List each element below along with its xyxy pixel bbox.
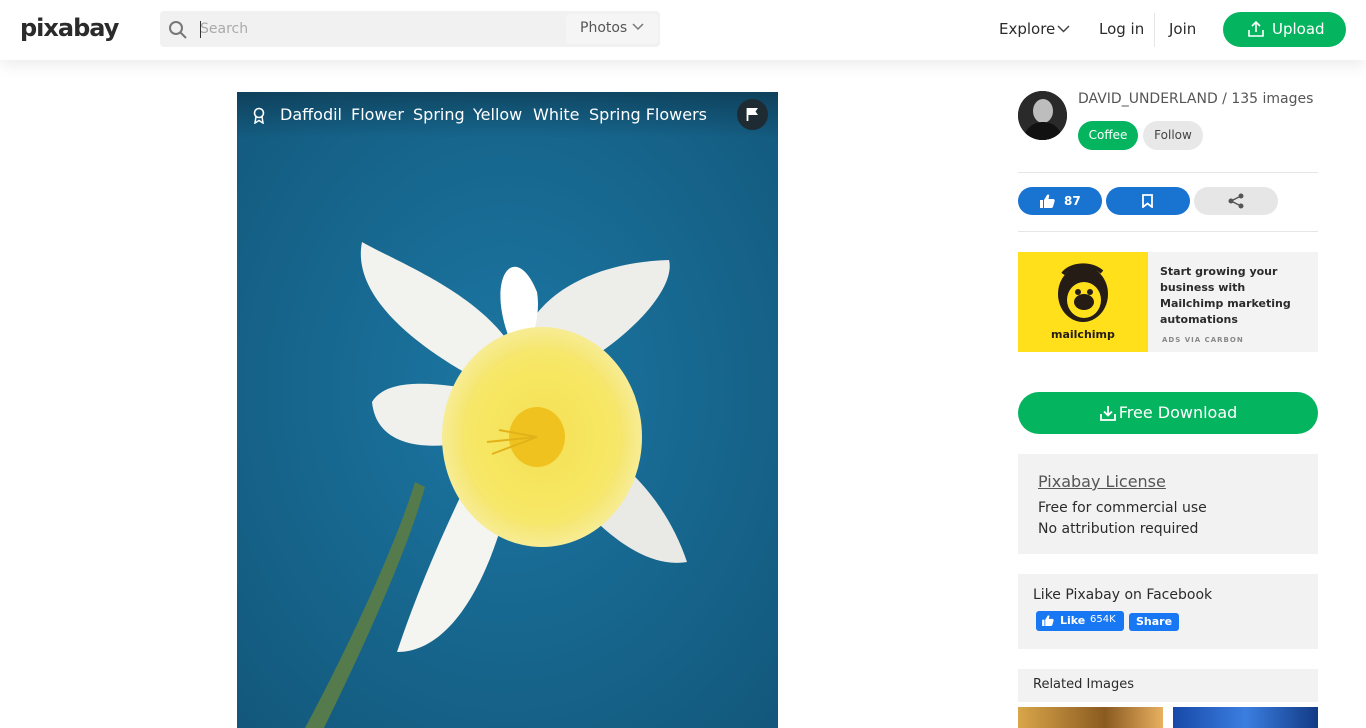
chevron-down-icon xyxy=(1057,25,1070,33)
free-download-button[interactable]: Free Download xyxy=(1018,392,1318,434)
facebook-like-count: 654K xyxy=(1090,614,1116,625)
ad-copy: Start growing your business with Mailchi… xyxy=(1160,265,1291,326)
facebook-like-label: Like xyxy=(1060,614,1086,627)
share-icon xyxy=(1228,193,1244,209)
license-line: Free for commercial use xyxy=(1038,500,1207,516)
facebook-title: Like Pixabay on Facebook xyxy=(1033,587,1213,603)
thumbs-up-icon xyxy=(1040,194,1055,208)
coffee-button[interactable]: Coffee xyxy=(1078,121,1138,150)
related-images-title: Related Images xyxy=(1033,677,1134,692)
upload-label: Upload xyxy=(1272,20,1325,38)
explore-menu[interactable]: Explore xyxy=(999,20,1070,38)
upload-icon xyxy=(1248,21,1264,37)
report-button[interactable] xyxy=(737,99,768,130)
facebook-share-button[interactable]: Share xyxy=(1129,613,1179,631)
ad-via-label[interactable]: ADS VIA CARBON xyxy=(1162,336,1244,344)
search-input[interactable] xyxy=(200,17,520,41)
license-line: No attribution required xyxy=(1038,521,1199,537)
license-link[interactable]: Pixabay License xyxy=(1038,472,1166,491)
related-images-header: Related Images xyxy=(1018,669,1318,702)
divider xyxy=(1018,231,1318,232)
ad-brand: mailchimp xyxy=(1051,328,1115,341)
tag-link[interactable]: Yellow xyxy=(473,105,522,124)
text-cursor xyxy=(200,21,201,38)
bookmark-icon xyxy=(1142,194,1153,208)
related-image-thumbnail[interactable] xyxy=(1173,707,1318,728)
award-icon xyxy=(253,107,265,124)
related-image-thumbnail[interactable] xyxy=(1018,707,1163,728)
chevron-down-icon xyxy=(632,23,644,31)
media-type-select[interactable]: Photos xyxy=(566,14,658,44)
tag-link[interactable]: Spring Flowers xyxy=(589,105,707,124)
facebook-box: Like Pixabay on Facebook Like 654K Share xyxy=(1018,574,1318,649)
like-count: 87 xyxy=(1064,194,1081,208)
bookmark-button[interactable] xyxy=(1106,187,1190,215)
like-button[interactable]: 87 xyxy=(1018,187,1102,215)
thumbs-up-icon xyxy=(1042,615,1054,626)
login-link[interactable]: Log in xyxy=(1099,20,1144,38)
facebook-like-button[interactable]: Like 654K xyxy=(1036,611,1124,631)
tag-link[interactable]: White xyxy=(533,105,580,124)
top-header: pixabay Photos Explore Log in Join Uploa… xyxy=(0,0,1366,60)
daffodil-photo xyxy=(237,92,778,728)
author-avatar[interactable] xyxy=(1018,91,1067,140)
follow-button[interactable]: Follow xyxy=(1143,121,1203,150)
tag-link[interactable]: Daffodil xyxy=(280,105,342,124)
divider xyxy=(1018,172,1318,173)
share-button[interactable] xyxy=(1194,187,1278,215)
download-label: Free Download xyxy=(1118,403,1238,422)
download-icon xyxy=(1100,406,1116,421)
main-photo[interactable]: Daffodil Flower Spring Yellow White Spri… xyxy=(237,92,778,728)
search-icon xyxy=(169,21,187,39)
join-link[interactable]: Join xyxy=(1169,20,1196,38)
explore-label: Explore xyxy=(999,20,1056,38)
nav-divider xyxy=(1154,13,1155,47)
tag-bar: Daffodil Flower Spring Yellow White Spri… xyxy=(237,92,778,138)
upload-button[interactable]: Upload xyxy=(1223,12,1346,47)
flag-icon xyxy=(746,108,758,121)
tag-link[interactable]: Flower xyxy=(351,105,404,124)
pixabay-logo[interactable]: pixabay xyxy=(20,14,119,42)
carbon-ad[interactable]: mailchimp Start growing your business wi… xyxy=(1018,252,1318,352)
avatar-image xyxy=(1018,91,1067,140)
license-box: Pixabay License Free for commercial use … xyxy=(1018,454,1318,554)
media-type-value: Photos xyxy=(580,20,628,36)
search-bar: Photos xyxy=(160,11,660,47)
tag-link[interactable]: Spring xyxy=(413,105,465,124)
ad-image: mailchimp xyxy=(1018,252,1148,352)
author-name[interactable]: DAVID_UNDERLAND / 135 images xyxy=(1078,91,1313,107)
